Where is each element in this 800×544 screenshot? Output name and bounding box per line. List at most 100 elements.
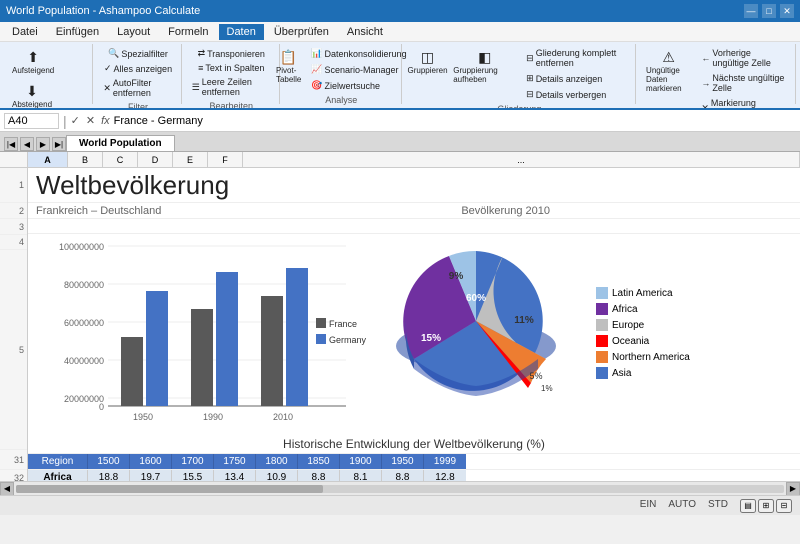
- title-row[interactable]: Weltbevölkerung: [28, 168, 800, 203]
- window-controls[interactable]: — □ ✕: [744, 4, 794, 18]
- markierung-entfernen-button[interactable]: ✕ Markierung entfernen: [697, 96, 791, 110]
- text-spalten-button[interactable]: ≡ Text in Spalten: [194, 61, 268, 75]
- sheet-nav-first[interactable]: |◀: [4, 137, 18, 151]
- svg-text:5%: 5%: [529, 371, 542, 381]
- minimize-button[interactable]: —: [744, 4, 758, 18]
- view-buttons[interactable]: ▤ ⊞ ⊟: [740, 499, 792, 513]
- sort-desc-icon: ⬇: [26, 83, 38, 100]
- gruppieren-button[interactable]: ◫ Gruppieren: [408, 46, 447, 102]
- col-c[interactable]: C: [103, 152, 138, 167]
- legend-color-latam: [596, 287, 608, 299]
- menu-layout[interactable]: Layout: [109, 24, 158, 40]
- sheet-nav-prev[interactable]: ◀: [20, 137, 34, 151]
- menu-ansicht[interactable]: Ansicht: [339, 24, 391, 40]
- gruppierung-aufheben-button[interactable]: ◧ Gruppierung aufheben: [449, 46, 520, 102]
- autofilter-entfernen-button[interactable]: ✕ AutoFilter entfernen: [99, 76, 176, 100]
- datenkonsolidierung-button[interactable]: 📊 Datenkonsolidierung: [307, 46, 410, 61]
- details-verbergen-button[interactable]: ⊟ Details verbergen: [522, 87, 631, 102]
- sort-asc-button[interactable]: ⬆ Aufsteigend: [8, 46, 58, 78]
- col-d[interactable]: D: [138, 152, 173, 167]
- scenario-button[interactable]: 📈 Scenario-Manager: [307, 62, 410, 77]
- menu-einfuegen[interactable]: Einfügen: [48, 24, 107, 40]
- menu-daten[interactable]: Daten: [219, 24, 264, 40]
- status-auto: AUTO: [668, 499, 696, 513]
- legend-color-asia: [596, 367, 608, 379]
- sort-asc-icon: ⬆: [27, 49, 39, 66]
- menu-ueberpruef[interactable]: Überprüfen: [266, 24, 337, 40]
- col-f[interactable]: F: [208, 152, 243, 167]
- naechste-ungueltige-icon: →: [701, 78, 710, 88]
- sheet-nav-last[interactable]: ▶|: [52, 137, 66, 151]
- gliederung-entfernen-icon: ⊟: [526, 53, 534, 64]
- cell-reference[interactable]: [4, 113, 59, 129]
- spacer-row: [28, 219, 800, 234]
- ungueltige-daten-button[interactable]: ⚠ Ungültige Datenmarkieren: [642, 46, 695, 110]
- analyse-group-label: Analyse: [325, 93, 357, 105]
- leere-zeilen-button[interactable]: ☰ Leere Zeilen entfernen: [188, 75, 275, 99]
- scroll-right-btn[interactable]: ▶: [786, 482, 800, 496]
- th-1750: 1750: [214, 454, 256, 469]
- ungueltige-daten-label: Ungültige Datenmarkieren: [646, 66, 691, 93]
- formula-cancel[interactable]: ✕: [86, 114, 95, 127]
- gruppieren-icon: ◫: [421, 49, 434, 66]
- gliederung-group-label: Gliederung: [497, 102, 541, 110]
- legend-oceania: Oceania: [596, 335, 690, 347]
- gliederung-entfernen-button[interactable]: ⊟ Gliederung komplett entfernen: [522, 46, 631, 70]
- formula-bar: | ✓ ✕ fx: [0, 110, 800, 132]
- svg-text:60000000: 60000000: [64, 318, 104, 328]
- subtitle-row[interactable]: Frankreich – Deutschland Bevölkerung 201…: [28, 203, 800, 219]
- row-4: 4: [0, 235, 27, 250]
- markierung-entfernen-icon: ✕: [701, 103, 709, 111]
- zielwert-button[interactable]: 🎯 Zielwertsuche: [307, 78, 410, 93]
- details-verbergen-label: Details verbergen: [536, 90, 607, 100]
- pivot-icon: 📋: [280, 49, 297, 66]
- svg-text:9%: 9%: [449, 271, 464, 282]
- view-page-btn[interactable]: ⊞: [758, 499, 774, 513]
- tab-world-population[interactable]: World Population: [66, 135, 175, 151]
- svg-text:80000000: 80000000: [64, 280, 104, 290]
- bar-germany-2010: [286, 268, 308, 406]
- formula-check[interactable]: ✓: [71, 114, 80, 127]
- filter-group-label: Filter: [128, 100, 148, 110]
- alles-anzeigen-label: Alles anzeigen: [114, 64, 173, 74]
- details-anzeigen-button[interactable]: ⊞ Details anzeigen: [522, 71, 631, 86]
- menu-datei[interactable]: Datei: [4, 24, 46, 40]
- sort-desc-button[interactable]: ⬇ Absteigend: [8, 80, 56, 110]
- menu-bar: Datei Einfügen Layout Formeln Daten Über…: [0, 22, 800, 42]
- spezialfilter-label: Spezialfilter: [121, 49, 168, 59]
- sort-desc-label: Absteigend: [12, 100, 52, 109]
- scenario-label: Scenario-Manager: [325, 65, 399, 75]
- subtitle-left: Frankreich – Deutschland: [36, 205, 161, 217]
- details-anzeigen-label: Details anzeigen: [536, 74, 603, 84]
- formula-fx[interactable]: fx: [101, 115, 110, 127]
- bar-chart-svg: 100000000 80000000 60000000 40000000 200…: [36, 238, 366, 428]
- scrollbar-horizontal[interactable]: ◀ ▶: [0, 481, 800, 495]
- col-b[interactable]: B: [68, 152, 103, 167]
- col-a[interactable]: A: [28, 152, 68, 167]
- svg-text:11%: 11%: [514, 315, 534, 326]
- pivot-button[interactable]: 📋 Pivot-Tabelle: [272, 46, 305, 93]
- transponieren-button[interactable]: ⇄ Transponieren: [194, 46, 269, 61]
- alles-anzeigen-button[interactable]: ✓ Alles anzeigen: [100, 61, 176, 76]
- scroll-thumb[interactable]: [16, 485, 323, 493]
- row-5-30: 5: [0, 250, 27, 450]
- formula-input[interactable]: [114, 115, 796, 127]
- view-normal-btn[interactable]: ▤: [740, 499, 756, 513]
- menu-formeln[interactable]: Formeln: [160, 24, 216, 40]
- naechste-ungueltige-button[interactable]: → Nächste ungültige Zelle: [697, 71, 791, 95]
- maximize-button[interactable]: □: [762, 4, 776, 18]
- row-num-corner: [0, 152, 28, 167]
- col-e[interactable]: E: [173, 152, 208, 167]
- formula-separator: |: [63, 113, 67, 129]
- legend-label-oceania: Oceania: [612, 336, 649, 347]
- close-button[interactable]: ✕: [780, 4, 794, 18]
- vorherige-ungueltige-button[interactable]: ← Vorherige ungültige Zelle: [697, 46, 791, 70]
- legend-africa: Africa: [596, 303, 690, 315]
- scroll-left-btn[interactable]: ◀: [0, 482, 14, 496]
- scroll-track[interactable]: [16, 485, 784, 493]
- sheet-nav-next[interactable]: ▶: [36, 137, 50, 151]
- legend-color-africa: [596, 303, 608, 315]
- view-preview-btn[interactable]: ⊟: [776, 499, 792, 513]
- spezialfilter-button[interactable]: 🔍 Spezialfilter: [104, 46, 172, 61]
- ribbon-group-sort: ⬆ Aufsteigend ⬇ Absteigend ▼ AutoFilter …: [4, 44, 93, 104]
